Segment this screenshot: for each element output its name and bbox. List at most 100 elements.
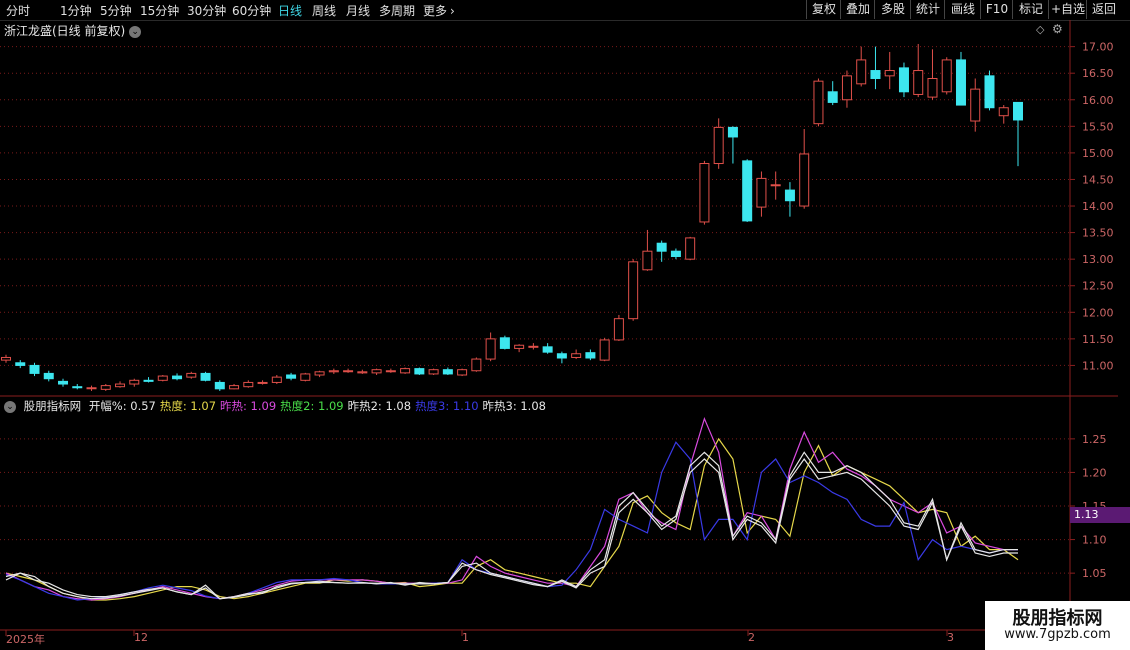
candle-down [556,353,567,359]
candle-up [841,75,852,101]
multi-stock-button[interactable]: 多股 [874,0,911,19]
candle-up [599,339,610,361]
tab-30min[interactable]: 30分钟 [187,2,226,19]
candle-down [200,372,211,381]
time-label-dec: 12 [134,631,148,644]
candle-down [172,375,183,380]
y-tick-label: 15.50 [1082,120,1114,133]
candle-down [742,160,753,222]
candle-up [856,59,867,85]
candle-down [143,379,154,382]
candle-up [884,70,895,77]
watermark-url: www.7gpzb.com [1004,627,1111,642]
candle-up [271,376,282,383]
candle-up [257,381,268,384]
tab-more[interactable]: 更多 › [423,2,455,19]
mark-button[interactable]: 标记 [1012,0,1049,19]
candle-down [898,67,909,93]
tab-5min[interactable]: 5分钟 [100,2,132,19]
y-tick-label: 13.00 [1082,253,1114,266]
tab-weekly[interactable]: 周线 [312,2,336,19]
candle-up [129,379,140,385]
indicator-line [5,457,1018,600]
tab-daily[interactable]: 日线 [278,2,302,19]
candle-up [328,370,339,373]
candle-up [243,381,254,388]
watermark-logo: 股朋指标网 www.7gpzb.com [985,601,1130,650]
candle-up [756,177,767,208]
y-tick-label: 16.50 [1082,67,1114,80]
candle-up [571,353,582,358]
candle-up [428,369,439,375]
candle-down [72,386,83,389]
candle-down [499,337,510,349]
indicator-line [5,451,1018,600]
candle-up [998,107,1009,117]
indicator-value-5: 热度3: 1.10 [415,399,479,413]
candle-down [542,346,553,353]
adjust-button[interactable]: 复权 [806,0,841,19]
overlay-button[interactable]: 叠加 [840,0,875,19]
candle-up [157,375,168,381]
candle-down [43,372,54,380]
candle-down [286,374,297,379]
time-label-mar: 3 [947,631,954,644]
candle-up [528,345,539,348]
candle-up [813,80,824,125]
current-value-tag: 1.13 [1070,507,1130,523]
gear-icon[interactable]: ⚙ [1052,22,1063,36]
candle-up [514,344,525,349]
tab-more-label: 更多 [423,4,448,18]
diamond-icon[interactable]: ◇ [1036,23,1044,36]
candle-up [941,59,952,93]
candle-up [300,373,311,381]
candle-up [86,387,97,390]
chevron-down-icon[interactable]: ⌄ [4,400,16,413]
candle-up [927,78,938,98]
indicator-value-1: 热度: 1.07 [159,399,217,413]
candle-down [58,380,69,385]
candle-down [29,364,40,374]
chevron-down-icon[interactable]: ⌄ [129,25,142,38]
tab-60min[interactable]: 60分钟 [232,2,271,19]
candle-up [770,184,781,187]
candle-up [685,237,696,260]
candle-down [827,91,838,103]
candle-down [1013,101,1023,121]
candle-down [727,126,738,138]
tab-1min[interactable]: 1分钟 [60,2,92,19]
y-tick-label: 17.00 [1082,41,1114,54]
add-watchlist-button[interactable]: +自选 [1048,0,1087,19]
ind-y-tick-label: 1.05 [1082,567,1107,580]
back-button[interactable]: 返回 [1086,0,1121,19]
ind-y-tick-label: 1.10 [1082,534,1107,547]
candle-up [186,372,197,378]
candle-up [699,163,710,223]
indicator-value-0: 开幅%: 0.57 [88,399,156,413]
indicator-header[interactable]: ⌄ 股朋指标网 开幅%: 0.57 热度: 1.07 昨热: 1.09 热度2: 1.… [4,398,554,414]
candle-up [400,368,411,374]
indicator-value-4: 昨热2: 1.08 [347,399,412,413]
chart-title[interactable]: 浙江龙盛(日线 前复权) ⌄ [4,22,142,39]
indicator-value-2: 昨热: 1.09 [220,399,277,413]
indicator-values: 开幅%: 0.57 热度: 1.07 昨热: 1.09 热度2: 1.09 昨热2: 1… [89,399,550,413]
indicator-value-3: 热度2: 1.09 [280,399,344,413]
indicator-line [5,416,1018,601]
indicator-line [5,437,1019,601]
f10-button[interactable]: F10 [980,0,1013,19]
candle-up [799,153,810,207]
indicator-line [5,441,1018,601]
y-tick-label: 16.00 [1082,94,1114,107]
tab-multi-period[interactable]: 多周期 [379,2,415,19]
candle-up [385,370,396,373]
candle-down [214,381,225,390]
stats-button[interactable]: 统计 [910,0,945,19]
draw-line-button[interactable]: 画线 [944,0,981,19]
tab-15min[interactable]: 15分钟 [140,2,179,19]
candle-up [628,261,639,320]
candle-up [913,70,924,95]
tab-monthly[interactable]: 月线 [346,2,370,19]
y-tick-label: 12.00 [1082,306,1114,319]
tab-timeshare[interactable]: 分时 [6,2,30,19]
time-label-jan: 1 [462,631,469,644]
